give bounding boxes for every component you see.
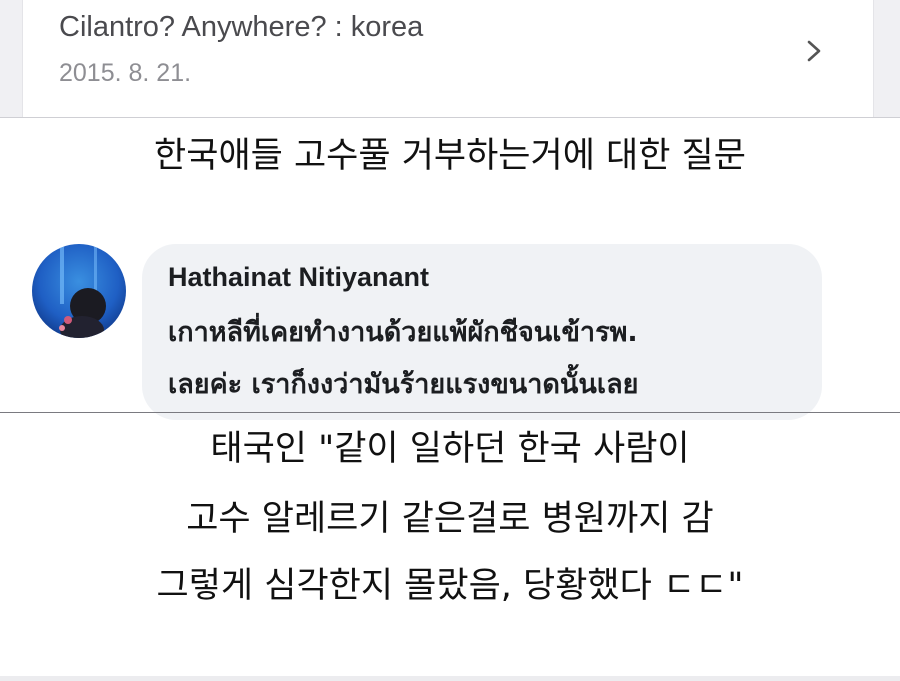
caption-top: 한국애들 고수풀 거부하는거에 대한 질문 — [154, 136, 746, 176]
caption-bottom-line: 태국인 "같이 일하던 한국 사람이 — [210, 429, 690, 469]
caption-bottom-line: 그렇게 심각한지 몰랐음, 당황했다 ㄷㄷ" — [156, 566, 744, 606]
comment: Hathainat Nitiyanant เกาหลีที่เคยทำงานด้… — [0, 232, 900, 420]
profile-avatar-icon — [32, 244, 126, 338]
divider — [0, 117, 900, 118]
link-card-title[interactable]: Cilantro? Anywhere? : korea — [59, 11, 423, 44]
avatar[interactable] — [32, 244, 126, 338]
link-card-area: Cilantro? Anywhere? : korea 2015. 8. 21. — [0, 0, 900, 117]
comment-text-line: เลยค่ะ เราก็งงว่ามันร้ายแรงขนาดนั้นเลย — [168, 369, 639, 400]
comment-author[interactable]: Hathainat Nitiyanant — [168, 262, 429, 293]
chevron-right-icon[interactable] — [803, 40, 825, 62]
caption-bottom-line: 고수 알레르기 같은걸로 병원까지 감 — [186, 499, 714, 539]
link-card[interactable]: Cilantro? Anywhere? : korea 2015. 8. 21. — [22, 0, 874, 117]
comment-text-line: เกาหลีที่เคยทำงานด้วยแพ้ผักชีจนเข้ารพ. — [168, 317, 638, 348]
divider — [0, 412, 900, 413]
bottom-divider — [0, 676, 900, 681]
comment-bubble[interactable]: Hathainat Nitiyanant เกาหลีที่เคยทำงานด้… — [142, 244, 822, 420]
link-card-date: 2015. 8. 21. — [59, 59, 192, 87]
